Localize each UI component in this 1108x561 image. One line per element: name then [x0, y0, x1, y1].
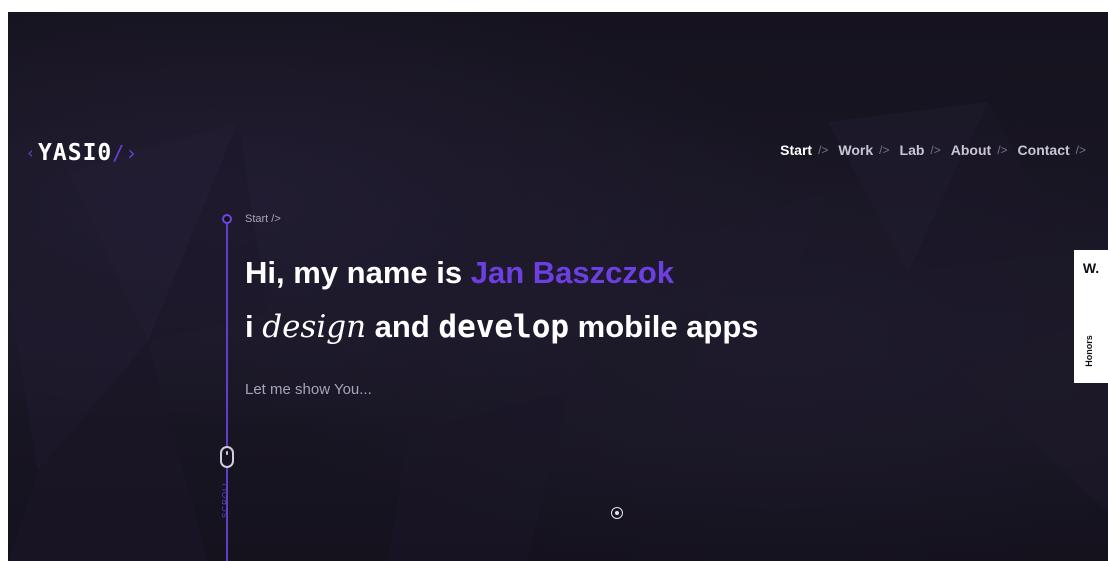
main-nav: Start /> Work /> Lab /> About /> Contact… — [780, 140, 1090, 160]
logo-open-bracket: ‹ — [26, 144, 37, 162]
hero-heading-line2: i design and develop mobile apps — [245, 309, 759, 345]
nav-separator: /> — [1075, 143, 1086, 157]
nav-item-start[interactable]: Start — [780, 142, 812, 158]
hero-line2-suffix: mobile apps — [569, 309, 759, 344]
timeline-dot-icon — [222, 214, 232, 224]
hero-lead-text: Let me show You... — [245, 381, 372, 398]
site-logo[interactable]: ‹ YASI0 /› — [26, 138, 138, 168]
awwwards-logo-mark: W. — [1082, 260, 1100, 276]
logo-close-bracket: /› — [112, 141, 139, 165]
logo-text: YASI0 — [38, 140, 113, 166]
hero-name: Jan Baszczok — [470, 255, 675, 290]
scroll-label: SCROLL — [221, 479, 230, 518]
hero-line2-and: and — [366, 309, 439, 344]
hero-word-design: design — [262, 309, 367, 345]
hero-greeting: Hi, my name is — [245, 255, 471, 290]
breadcrumb: Start /> — [245, 213, 281, 225]
nav-item-about[interactable]: About — [951, 142, 991, 158]
nav-separator: /> — [930, 143, 941, 157]
hero-line2-i: i — [245, 309, 263, 344]
hero-section: ‹ YASI0 /› Start /> Work /> Lab /> About… — [8, 12, 1108, 561]
mouse-scroll-icon[interactable] — [220, 446, 234, 468]
hero-heading-line1: Hi, my name is Jan Baszczok — [245, 255, 674, 291]
nav-item-work[interactable]: Work — [838, 142, 873, 158]
awwwards-honors-label: Honors — [1084, 335, 1094, 367]
nav-separator: /> — [818, 143, 829, 157]
carousel-dot-icon[interactable] — [611, 507, 623, 519]
nav-item-contact[interactable]: Contact — [1018, 142, 1070, 158]
hero-word-develop: develop — [438, 309, 570, 345]
nav-item-lab[interactable]: Lab — [900, 142, 925, 158]
nav-separator: /> — [997, 143, 1008, 157]
awwwards-honors-badge[interactable]: W. Honors — [1074, 250, 1108, 383]
nav-separator: /> — [879, 143, 890, 157]
